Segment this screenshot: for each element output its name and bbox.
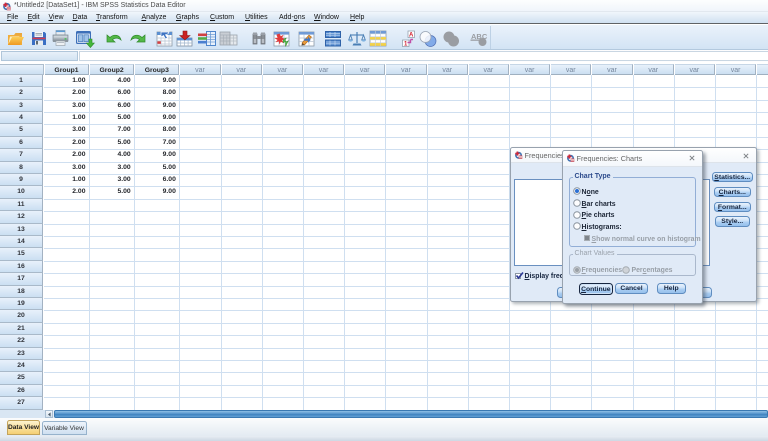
svg-text:A: A <box>409 32 414 38</box>
